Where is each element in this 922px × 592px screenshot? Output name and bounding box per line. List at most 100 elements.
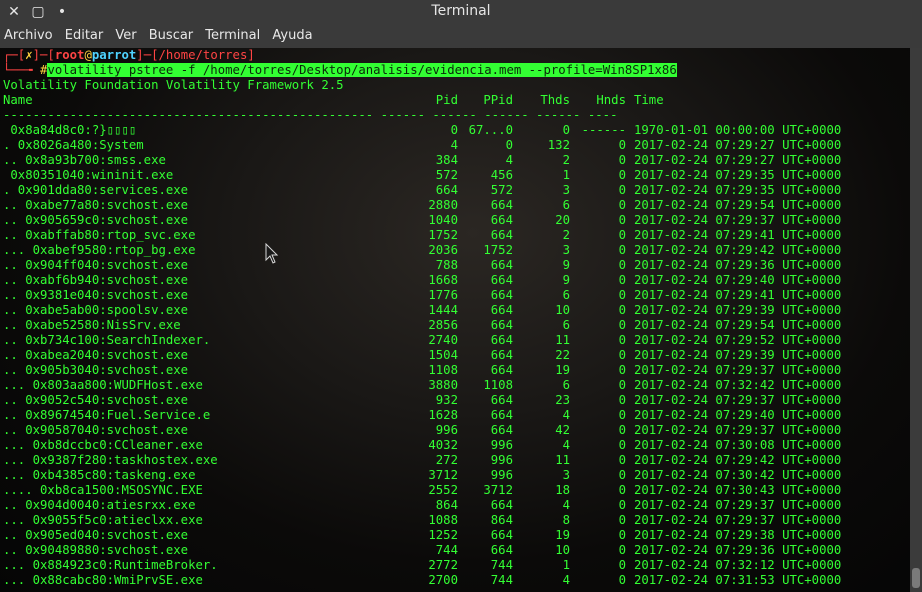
cell-pid: 2740 — [428, 333, 458, 347]
table-row: . 0x901dda80:services.exe 664 572 3 0 2017-02… — [0, 183, 910, 198]
cell-ppid: 664 — [490, 528, 513, 542]
cell-ppid: 1752 — [483, 243, 513, 257]
cell-time: 2017-02-24 07:29:39 UTC+0000 — [634, 348, 842, 362]
cell-time: 2017-02-24 07:32:42 UTC+0000 — [634, 378, 842, 392]
cell-ppid: 864 — [490, 513, 513, 527]
cell-ppid: 456 — [490, 168, 513, 182]
header-pid: Pid — [435, 93, 458, 107]
cell-pid: 3880 — [428, 378, 458, 392]
cell-thds: 4 — [562, 573, 570, 587]
cell-time: 2017-02-24 07:30:08 UTC+0000 — [634, 438, 842, 452]
cell-hnds: 0 — [618, 423, 626, 437]
cell-pid: 572 — [435, 168, 458, 182]
scrollbar-thumb[interactable] — [912, 568, 920, 588]
cell-time: 2017-02-24 07:29:37 UTC+0000 — [634, 213, 842, 227]
table-row: .. 0x905659c0:svchost.exe 1040 664 20 0 2017-… — [0, 213, 910, 228]
table-row: ... 0x9055f5c0:atieclxx.exe 1088 864 8 0 2017… — [0, 513, 910, 528]
cell-time: 2017-02-24 07:29:35 UTC+0000 — [634, 183, 842, 197]
cell-name: . 0x901dda80:services.exe — [3, 183, 189, 197]
cell-name: .. 0xb734c100:SearchIndexer. — [3, 333, 211, 347]
prompt-frame: ┌─[ — [3, 48, 26, 62]
table-row: .. 0xb734c100:SearchIndexer. 2740 664 11 0 20… — [0, 333, 910, 348]
menu-buscar[interactable]: Buscar — [145, 24, 197, 45]
table-row: 0x8a84d8c0:?}▯▯▯▯ 0 67...0 0 ------ 1970-01-0… — [0, 123, 910, 138]
cell-time: 2017-02-24 07:31:53 UTC+0000 — [634, 573, 842, 587]
cell-name: .. 0x904d0040:atiesrxx.exe — [3, 498, 196, 512]
cell-name: .. 0x904ff040:svchost.exe — [3, 258, 189, 272]
cell-time: 2017-02-24 07:29:37 UTC+0000 — [634, 498, 842, 512]
cell-hnds: 0 — [618, 543, 626, 557]
menu-ayuda[interactable]: Ayuda — [268, 24, 316, 45]
cell-thds: 0 — [562, 123, 570, 137]
cell-pid: 272 — [435, 453, 458, 467]
cell-pid: 1504 — [428, 348, 458, 362]
cell-ppid: 664 — [490, 288, 513, 302]
cell-ppid: 664 — [490, 498, 513, 512]
cell-ppid: 664 — [490, 363, 513, 377]
cell-hnds: 0 — [618, 258, 626, 272]
cell-pid: 1628 — [428, 408, 458, 422]
cell-ppid: 664 — [490, 543, 513, 557]
menu-editar[interactable]: Editar — [61, 24, 108, 45]
cell-pid: 1088 — [428, 513, 458, 527]
cell-time: 2017-02-24 07:29:42 UTC+0000 — [634, 243, 842, 257]
menu-ver[interactable]: Ver — [111, 24, 140, 45]
table-row: ... 0x9387f280:taskhostex.exe 272 996 11 0 20… — [0, 453, 910, 468]
cell-ppid: 4 — [505, 153, 513, 167]
cell-hnds: 0 — [618, 288, 626, 302]
cell-name: .. 0x90489880:svchost.exe — [3, 543, 189, 557]
cell-hnds: 0 — [618, 138, 626, 152]
cell-time: 2017-02-24 07:29:41 UTC+0000 — [634, 288, 842, 302]
table-row: ... 0xabef9580:rtop_bg.exe 2036 1752 3 0 2017… — [0, 243, 910, 258]
table-row: .. 0x90587040:svchost.exe 996 664 42 0 2017-0… — [0, 423, 910, 438]
command-text[interactable]: volatility pstree -f /home/torres/Deskto… — [47, 63, 677, 77]
cell-time: 2017-02-24 07:29:36 UTC+0000 — [634, 258, 842, 272]
table-row: .. 0xabe5ab00:spoolsv.exe 1444 664 10 0 2017-… — [0, 303, 910, 318]
cell-hnds: 0 — [618, 573, 626, 587]
cell-name: .. 0xabea2040:svchost.exe — [3, 348, 189, 362]
cell-ppid: 664 — [490, 198, 513, 212]
banner-line: Volatility Foundation Volatility Framewo… — [3, 78, 344, 92]
mouse-pointer-icon — [265, 243, 279, 264]
cell-hnds: 0 — [618, 183, 626, 197]
table-row: .. 0x90489880:svchost.exe 744 664 10 0 2017-0… — [0, 543, 910, 558]
cell-pid: 1668 — [428, 273, 458, 287]
menu-archivo[interactable]: Archivo — [0, 24, 57, 45]
cell-thds: 1 — [562, 558, 570, 572]
cell-thds: 2 — [562, 153, 570, 167]
scrollbar[interactable] — [910, 48, 922, 592]
cell-thds: 9 — [562, 273, 570, 287]
table-row: ... 0xb8dccbc0:CCleaner.exe 4032 996 4 0 2017… — [0, 438, 910, 453]
cell-name: .. 0x8a93b700:smss.exe — [3, 153, 166, 167]
cell-thds: 3 — [562, 243, 570, 257]
cell-ppid: 0 — [505, 138, 513, 152]
cell-hnds: 0 — [618, 513, 626, 527]
cell-hnds: 0 — [618, 303, 626, 317]
cell-thds: 6 — [562, 318, 570, 332]
prompt-line-2: └──╼ #volatility pstree -f /home/torres/… — [0, 63, 910, 78]
cell-pid: 932 — [435, 393, 458, 407]
menu-terminal[interactable]: Terminal — [201, 24, 264, 45]
cell-time: 2017-02-24 07:29:54 UTC+0000 — [634, 198, 842, 212]
terminal-output[interactable]: ┌─[✗]─[root@parrot]─[/home/torres] └──╼ … — [0, 48, 910, 592]
cell-thds: 6 — [562, 198, 570, 212]
cell-thds: 6 — [562, 378, 570, 392]
cell-thds: 132 — [547, 138, 570, 152]
cell-time: 2017-02-24 07:29:37 UTC+0000 — [634, 393, 842, 407]
cell-ppid: 744 — [490, 558, 513, 572]
cell-name: .. 0xabe52580:NisSrv.exe — [3, 318, 181, 332]
table-row: ... 0x803aa800:WUDFHost.exe 3880 1108 6 0 201… — [0, 378, 910, 393]
cell-thds: 4 — [562, 498, 570, 512]
cell-pid: 2856 — [428, 318, 458, 332]
cell-name: .. 0x905b3040:svchost.exe — [3, 363, 189, 377]
cell-hnds: ------ — [581, 123, 626, 137]
cell-thds: 11 — [555, 453, 570, 467]
cell-time: 2017-02-24 07:29:37 UTC+0000 — [634, 513, 842, 527]
table-row: .... 0xb8ca1500:MSOSYNC.EXE 2552 3712 18 0 20… — [0, 483, 910, 498]
cell-pid: 864 — [435, 498, 458, 512]
cell-thds: 10 — [555, 303, 570, 317]
cell-thds: 3 — [562, 183, 570, 197]
cell-hnds: 0 — [618, 348, 626, 362]
cell-thds: 8 — [562, 513, 570, 527]
cell-pid: 1252 — [428, 528, 458, 542]
